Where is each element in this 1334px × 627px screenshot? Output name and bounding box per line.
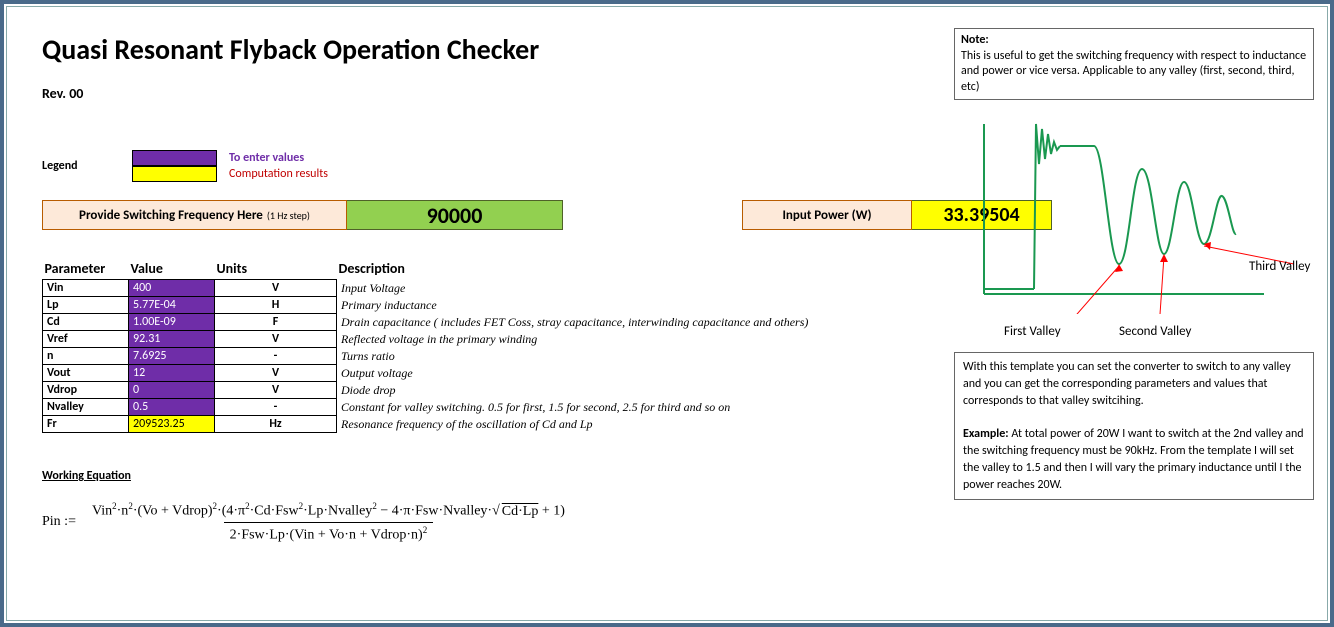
- param-name: Nvalley: [43, 399, 129, 416]
- freq-label: Provide Switching Frequency Here (1 Hz s…: [42, 200, 347, 230]
- working-equation-label: Working Equation: [42, 469, 813, 483]
- param-name: Vin: [43, 280, 129, 297]
- param-name: Lp: [43, 297, 129, 314]
- table-row: Nvalley0.5-Constant for valley switching…: [43, 399, 813, 416]
- param-units: V: [215, 382, 337, 399]
- table-row: n7.6925-Turns ratio: [43, 348, 813, 365]
- third-valley-label: Third Valley: [1249, 259, 1310, 274]
- table-row: Vref92.31VReflected voltage in the prima…: [43, 331, 813, 348]
- param-desc: Resonance frequency of the oscillation o…: [337, 416, 813, 433]
- param-desc: Primary inductance: [337, 297, 813, 314]
- param-units: Hz: [215, 416, 337, 433]
- param-value[interactable]: 5.77E-04: [129, 297, 215, 314]
- second-valley-label: Second Valley: [1119, 324, 1191, 339]
- legend-text-result: Computation results: [229, 167, 328, 181]
- legend-text-input: To enter values: [229, 151, 304, 165]
- param-units: V: [215, 331, 337, 348]
- param-name: Vout: [43, 365, 129, 382]
- param-desc: Input Voltage: [337, 280, 813, 297]
- power-label: Input Power (W): [742, 200, 912, 230]
- param-units: V: [215, 365, 337, 382]
- info-box: With this template you can set the conve…: [954, 352, 1314, 500]
- table-row: Cd1.00E-09FDrain capacitance ( includes …: [43, 314, 813, 331]
- info-p1: With this template you can set the conve…: [963, 359, 1305, 409]
- freq-value-input[interactable]: 90000: [347, 200, 563, 230]
- info-example-body: At total power of 20W I want to switch a…: [963, 427, 1304, 491]
- freq-label-text: Provide Switching Frequency Here: [79, 208, 263, 223]
- legend-swatch-result: [132, 166, 217, 182]
- param-name: Fr: [43, 416, 129, 433]
- equation: Pin := Vin2·n2·(Vo + Vdrop)2·(4·π2·Cd·Fs…: [42, 499, 813, 545]
- note-body: This is useful to get the switching freq…: [961, 49, 1306, 94]
- th-value: Value: [129, 258, 215, 280]
- legend-swatch-input: [132, 150, 217, 166]
- note-box: Note: This is useful to get the switchin…: [954, 28, 1314, 100]
- param-units: -: [215, 348, 337, 365]
- param-value[interactable]: 7.6925: [129, 348, 215, 365]
- table-row: Vin400VInput Voltage: [43, 280, 813, 297]
- freq-label-sub: (1 Hz step): [267, 209, 310, 222]
- param-value[interactable]: 400: [129, 280, 215, 297]
- th-desc: Description: [337, 258, 813, 280]
- info-example-label: Example:: [963, 427, 1009, 441]
- param-units: H: [215, 297, 337, 314]
- param-desc: Constant for valley switching. 0.5 for f…: [337, 399, 813, 416]
- parameter-table: Parameter Value Units Description Vin400…: [42, 258, 813, 433]
- param-name: Vdrop: [43, 382, 129, 399]
- param-units: F: [215, 314, 337, 331]
- table-row: Vout12VOutput voltage: [43, 365, 813, 382]
- param-desc: Reflected voltage in the primary winding: [337, 331, 813, 348]
- param-name: n: [43, 348, 129, 365]
- table-row: Lp5.77E-04HPrimary inductance: [43, 297, 813, 314]
- param-value: 209523.25: [129, 416, 215, 433]
- param-desc: Output voltage: [337, 365, 813, 382]
- table-row: Vdrop0VDiode drop: [43, 382, 813, 399]
- param-desc: Drain capacitance ( includes FET Coss, s…: [337, 314, 813, 331]
- param-value[interactable]: 1.00E-09: [129, 314, 215, 331]
- param-value[interactable]: 12: [129, 365, 215, 382]
- th-units: Units: [215, 258, 337, 280]
- param-value[interactable]: 92.31: [129, 331, 215, 348]
- param-desc: Diode drop: [337, 382, 813, 399]
- param-name: Cd: [43, 314, 129, 331]
- page-title: Quasi Resonant Flyback Operation Checker: [42, 32, 813, 67]
- note-title: Note:: [961, 33, 1307, 49]
- table-row: Fr209523.25HzResonance frequency of the …: [43, 416, 813, 433]
- legend-label: Legend: [42, 159, 132, 173]
- param-desc: Turns ratio: [337, 348, 813, 365]
- param-units: -: [215, 399, 337, 416]
- waveform-chart: First Valley Second Valley Third Valley: [964, 114, 1314, 314]
- param-value[interactable]: 0: [129, 382, 215, 399]
- param-name: Vref: [43, 331, 129, 348]
- param-units: V: [215, 280, 337, 297]
- th-param: Parameter: [43, 258, 129, 280]
- revision-label: Rev. 00: [42, 85, 813, 102]
- param-value[interactable]: 0.5: [129, 399, 215, 416]
- legend: Legend To enter values Computation resul…: [42, 150, 813, 182]
- first-valley-label: First Valley: [1004, 324, 1061, 339]
